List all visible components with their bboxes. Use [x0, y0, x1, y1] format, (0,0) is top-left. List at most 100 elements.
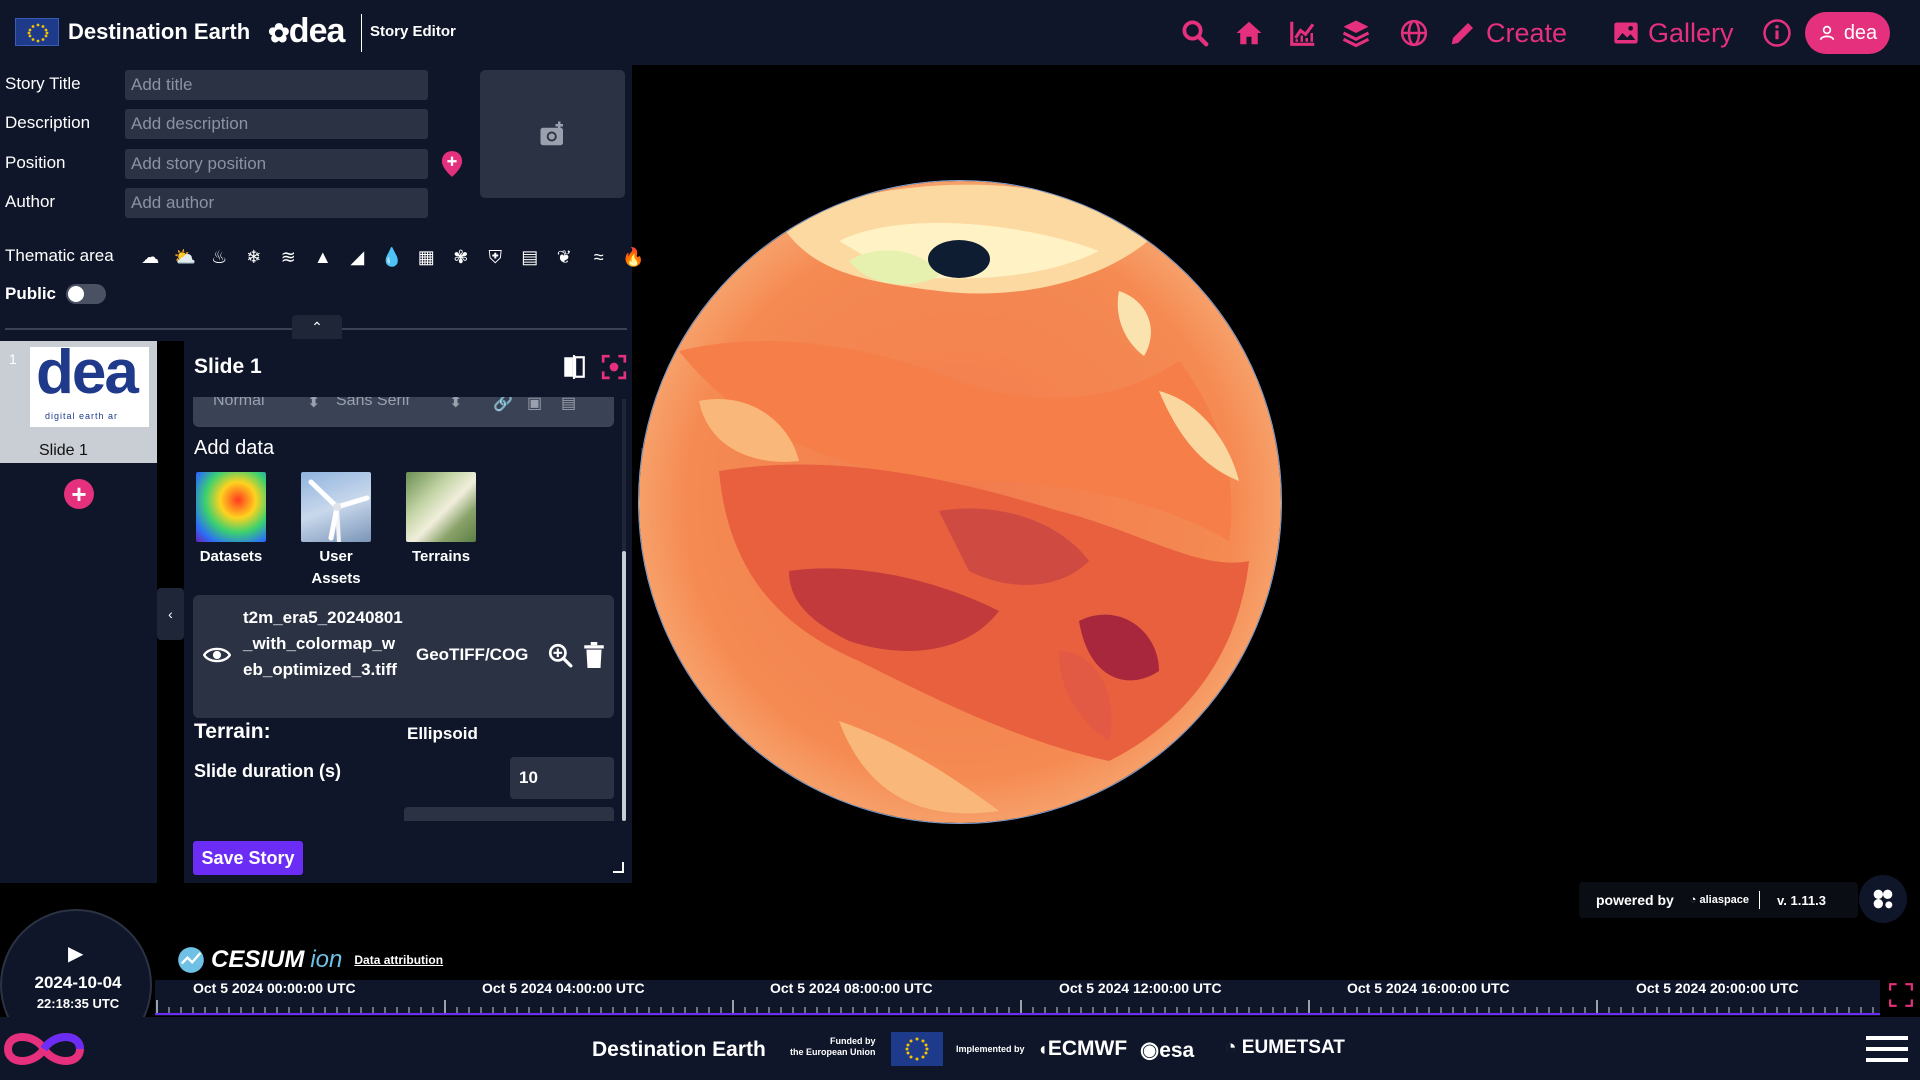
dea-logo[interactable]: ✿dea	[268, 12, 345, 51]
fire-icon[interactable]: 🔥	[616, 245, 651, 269]
shield-icon[interactable]: ⛨	[478, 245, 513, 269]
story-title-input[interactable]	[125, 70, 428, 100]
water-drop-icon[interactable]: 💧	[375, 245, 410, 269]
slide-duration-input[interactable]	[510, 757, 614, 799]
save-story-button[interactable]: Save Story	[193, 841, 303, 875]
timeline-label: Oct 5 2024 12:00:00 UTC	[1059, 980, 1222, 996]
resize-handle-icon[interactable]	[611, 860, 625, 879]
scrollbar-thumb[interactable]	[622, 551, 626, 821]
gallery-button[interactable]: Gallery	[1612, 16, 1734, 50]
zoom-to-layer-icon[interactable]	[547, 642, 573, 673]
tsunami-icon[interactable]: ≋	[271, 245, 306, 269]
compare-icon[interactable]	[561, 354, 587, 385]
app-header: Destination Earth ✿dea Story Editor Crea…	[0, 0, 1920, 65]
esa-logo[interactable]: ◉esa	[1140, 1037, 1194, 1063]
description-input[interactable]	[125, 109, 428, 139]
fullscreen-icon[interactable]	[1888, 982, 1918, 1012]
story-form: Story Title Description Position Author …	[0, 65, 644, 341]
menu-icon[interactable]	[1866, 1036, 1908, 1066]
cover-image-upload[interactable]	[480, 70, 625, 198]
search-icon[interactable]	[1180, 16, 1210, 50]
footer-brand: Destination Earth	[592, 1038, 766, 1061]
layer-type: GeoTIFF/COG	[416, 645, 529, 664]
funded-by-text: Funded by the European Union	[790, 1036, 876, 1057]
eu-flag-logo	[15, 18, 59, 46]
map-pin-icon[interactable]	[441, 150, 463, 183]
user-label: dea	[1843, 21, 1878, 44]
collapse-form-button[interactable]: ⌃	[292, 315, 342, 339]
video-icon[interactable]: ▤	[561, 397, 576, 413]
waves-icon[interactable]: ≈	[582, 245, 617, 269]
slide-label: Slide 1	[39, 442, 88, 459]
infinity-logo[interactable]	[0, 1025, 88, 1078]
timeline-label: Oct 5 2024 08:00:00 UTC	[770, 980, 933, 996]
collapse-slides-button[interactable]: ‹	[157, 588, 184, 640]
timeline-progress	[155, 1013, 1880, 1015]
badge-divider	[1759, 891, 1761, 909]
slides-list: 1 dea digital earth ar Slide 1 +	[0, 341, 157, 883]
create-button[interactable]: Create	[1448, 16, 1567, 50]
eye-icon[interactable]	[202, 644, 232, 671]
dea-flower-icon[interactable]	[1859, 875, 1907, 923]
home-icon[interactable]	[1233, 16, 1265, 50]
layer-name: t2m_era5_20240801_with_colormap_web_opti…	[243, 608, 403, 679]
slide-editor: Slide 1 Normal ⬍ Sans Serif ⬍ 🔗 ▣ ▤ Add …	[184, 341, 632, 883]
field-icon[interactable]: ▦	[409, 245, 444, 269]
link-icon[interactable]: 🔗	[493, 397, 513, 413]
position-input[interactable]	[125, 149, 428, 179]
footer: Destination Earth Funded by the European…	[0, 1017, 1920, 1080]
focus-view-icon[interactable]	[601, 354, 627, 385]
eumetsat-logo[interactable]: ◔ EUMETSAT	[1225, 1037, 1345, 1059]
layers-icon[interactable]	[1340, 16, 1372, 50]
ecmwf-logo[interactable]: ◖ECMWF	[1037, 1037, 1127, 1061]
aliaspace-logo[interactable]: ◔ aliaspace	[1690, 894, 1749, 906]
user-assets-tile[interactable]: User Assets	[291, 472, 381, 590]
delete-icon[interactable]	[583, 642, 605, 673]
cesium-ion: ion	[310, 946, 343, 973]
slide-duration-label: Slide duration (s)	[194, 761, 342, 781]
timeline-label: Oct 5 2024 16:00:00 UTC	[1347, 980, 1510, 996]
datasets-tile[interactable]: Datasets	[186, 472, 276, 568]
slide-preview-logo: dea	[36, 347, 139, 407]
leaf-icon[interactable]: ❦	[547, 245, 582, 269]
user-icon	[1819, 25, 1835, 41]
cloud-rain-icon[interactable]: ☁	[133, 245, 168, 269]
cesium-credit: CESIUM ion Data attribution	[177, 946, 443, 974]
landslide-icon[interactable]: ◢	[340, 245, 375, 269]
terrains-thumbnail	[406, 472, 476, 542]
thematic-area-label: Thematic area	[5, 246, 114, 265]
paragraph-style-select[interactable]: Normal	[213, 397, 265, 410]
crop-icon[interactable]: ✾	[444, 245, 479, 269]
clock-date: 2024-10-04	[34, 973, 122, 992]
public-toggle[interactable]	[66, 284, 107, 304]
add-slide-button[interactable]: +	[64, 479, 94, 509]
globe-view[interactable]	[638, 180, 1282, 824]
data-attribution-link[interactable]: Data attribution	[354, 953, 443, 967]
terrains-label: Terrains	[411, 548, 471, 565]
datasets-label: Datasets	[199, 548, 263, 565]
snowflake-icon[interactable]: ❄	[237, 245, 272, 269]
create-label: Create	[1486, 17, 1568, 48]
slide-thumbnail[interactable]: 1 dea digital earth ar Slide 1	[0, 341, 157, 463]
terrains-tile[interactable]: Terrains	[396, 472, 486, 568]
volcano-icon[interactable]: ▲	[306, 245, 341, 269]
image-icon	[1614, 22, 1638, 44]
info-icon[interactable]	[1762, 16, 1792, 50]
timeline[interactable]: Oct 5 2024 00:00:00 UTC Oct 5 2024 04:00…	[155, 980, 1913, 1016]
sun-cloud-icon[interactable]: ⛅	[168, 245, 203, 269]
user-menu-button[interactable]: dea	[1805, 12, 1890, 54]
user-assets-label: User Assets	[311, 548, 361, 587]
author-input[interactable]	[125, 188, 428, 218]
play-icon[interactable]: ▶	[68, 941, 83, 966]
font-select[interactable]: Sans Serif	[336, 397, 410, 410]
description-label: Description	[5, 113, 91, 132]
terrain-value: Ellipsoid	[407, 724, 478, 743]
globe-icon[interactable]	[1399, 16, 1429, 50]
image-insert-icon[interactable]: ▣	[527, 397, 542, 413]
cesium-logo-icon	[178, 947, 204, 973]
chart-icon[interactable]	[1287, 16, 1319, 50]
app-brand[interactable]: Destination Earth	[68, 19, 250, 45]
map-icon[interactable]: ▤	[513, 245, 548, 269]
heat-icon[interactable]: ♨	[202, 245, 237, 269]
author-label: Author	[5, 192, 56, 211]
